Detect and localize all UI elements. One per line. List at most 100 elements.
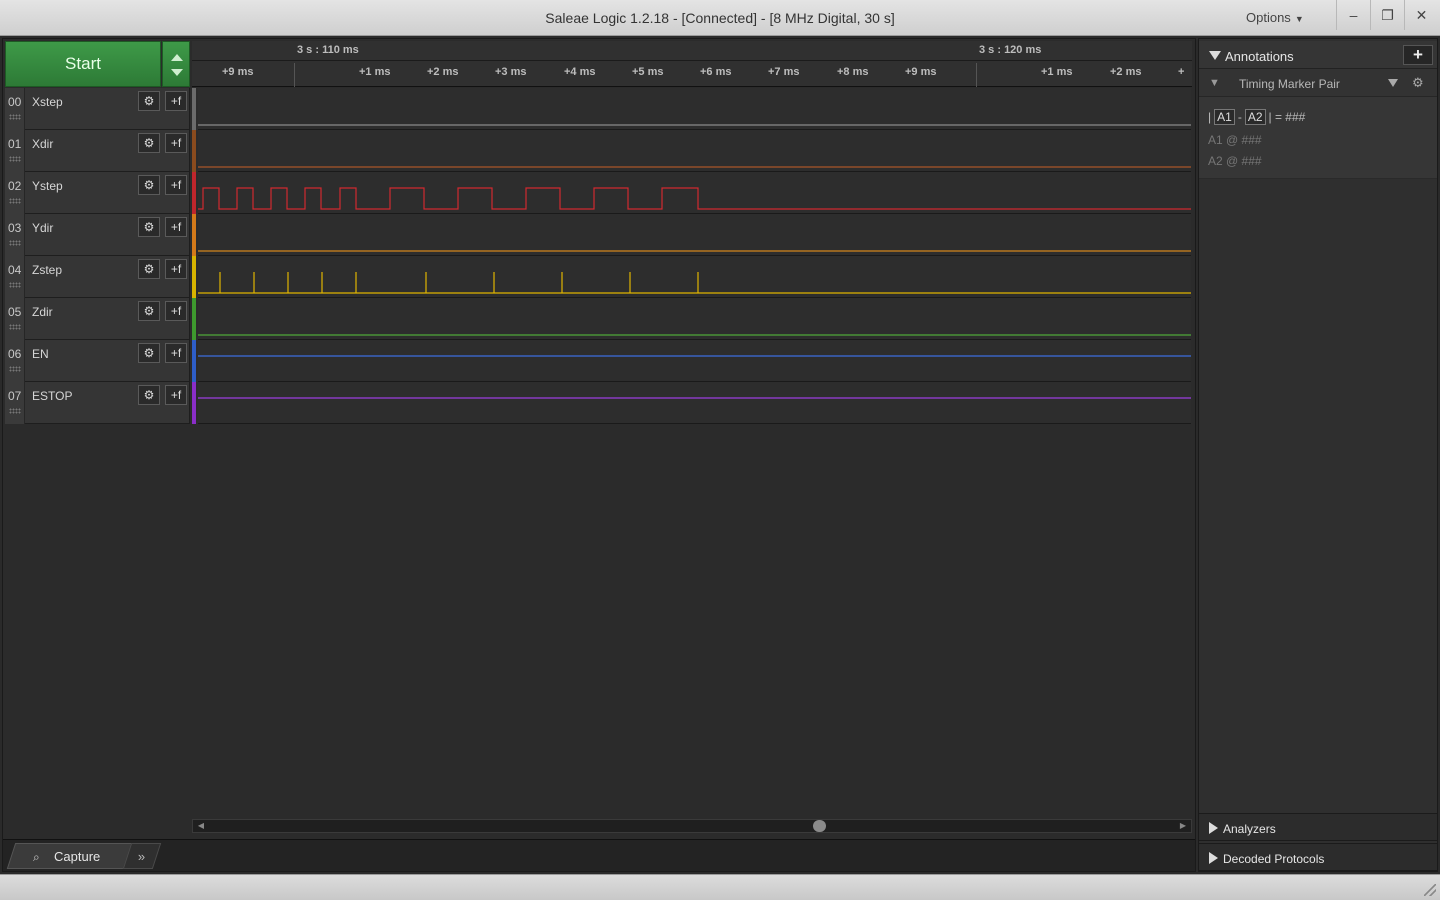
trigger-button[interactable]: +f [165,217,187,237]
channel-settings-button[interactable]: ⚙ [138,175,160,195]
start-button[interactable]: Start [5,41,161,87]
channel-label[interactable]: 00 Xstep ⚙ +f [5,88,190,130]
channel-color-strip [192,130,196,172]
channel-label[interactable]: 03 Ydir ⚙ +f [5,214,190,256]
trigger-button[interactable]: +f [165,259,187,279]
trigger-button[interactable]: +f [165,133,187,153]
drag-handle-icon[interactable] [9,282,21,288]
waveform-track[interactable] [198,88,1191,130]
add-annotation-button[interactable]: + [1403,45,1433,65]
arrow-down-icon [171,69,183,76]
drag-handle-icon[interactable] [9,114,21,120]
gear-icon[interactable]: ⚙ [1412,75,1424,91]
analyzers-section[interactable]: Analyzers [1199,813,1437,841]
channel-row[interactable]: 07 ESTOP ⚙ +f [5,382,1191,424]
timing-marker-pair-row[interactable]: ▼ Timing Marker Pair ⚙ [1199,69,1437,97]
dropdown-arrow-icon[interactable] [1388,79,1398,87]
channel-number: 00 [5,88,25,130]
trigger-button[interactable]: +f [165,385,187,405]
resize-grip-icon[interactable] [1424,884,1436,896]
decoded-protocols-label: Decoded Protocols [1223,852,1325,866]
channel-name[interactable]: EN [32,347,49,361]
annotations-header[interactable]: Annotations + [1199,41,1437,69]
marker-a2-chip[interactable]: A2 [1244,109,1266,125]
channel-label[interactable]: 07 ESTOP ⚙ +f [5,382,190,424]
channel-name[interactable]: Xdir [32,137,53,151]
double-chevron-right-icon: » [138,848,146,864]
channel-settings-button[interactable]: ⚙ [138,259,160,279]
channel-row[interactable]: 05 Zdir ⚙ +f [5,298,1191,340]
channel-settings-button[interactable]: ⚙ [138,133,160,153]
channel-number-text: 00 [8,95,22,109]
channel-row[interactable]: 06 EN ⚙ +f [5,340,1191,382]
channel-name[interactable]: Ystep [32,179,63,193]
waveform-track[interactable] [198,340,1191,382]
waveform-svg [198,272,1191,294]
channel-color-strip [192,382,196,424]
channel-row[interactable]: 04 Zstep ⚙ +f [5,256,1191,298]
channel-settings-button[interactable]: ⚙ [138,91,160,111]
drag-handle-icon[interactable] [9,408,21,414]
channel-settings-button[interactable]: ⚙ [138,385,160,405]
channel-label[interactable]: 04 Zstep ⚙ +f [5,256,190,298]
gear-icon: ⚙ [143,262,155,276]
drag-handle-icon[interactable] [9,156,21,162]
trigger-button[interactable]: +f [165,343,187,363]
channel-name[interactable]: Xstep [32,95,63,109]
channel-number: 04 [5,256,25,298]
marker-delta-value: = ### [1274,110,1306,124]
waveform-track[interactable] [198,130,1191,172]
waveform-track[interactable] [198,256,1191,298]
trigger-icon: +f [170,178,182,192]
channel-settings-button[interactable]: ⚙ [138,217,160,237]
channel-name[interactable]: Ydir [32,221,53,235]
timeline-ruler[interactable]: 3 s : 110 ms 3 s : 120 ms +9 ms +1 ms +2… [192,41,1192,87]
waveform-track[interactable] [198,172,1191,214]
scroll-left-icon[interactable]: ◀ [195,821,207,831]
channel-number-text: 01 [8,137,22,151]
scroll-right-icon[interactable]: ▶ [1177,821,1189,831]
timeline-minor-label: + [1178,66,1185,78]
channel-color-strip [192,172,196,214]
scroll-thumb[interactable] [813,820,826,832]
channel-label[interactable]: 01 Xdir ⚙ +f [5,130,190,172]
gear-icon: ⚙ [143,136,155,150]
drag-handle-icon[interactable] [9,240,21,246]
trigger-button[interactable]: +f [165,301,187,321]
timing-marker-label: Timing Marker Pair [1239,77,1340,91]
waveform-track[interactable] [198,382,1191,424]
start-options-button[interactable] [162,41,190,87]
capture-view: Start 3 s : 110 ms 3 s : 120 ms +9 ms +1… [2,38,1196,872]
channel-number-text: 07 [8,389,22,403]
channel-row[interactable]: 02 Ystep ⚙ +f [5,172,1191,214]
waveform-track[interactable] [198,214,1191,256]
minimize-button[interactable]: – [1336,0,1370,30]
channel-name[interactable]: Zdir [32,305,53,319]
channel-name[interactable]: ESTOP [32,389,72,403]
close-button[interactable]: ✕ [1404,0,1438,30]
channel-label[interactable]: 02 Ystep ⚙ +f [5,172,190,214]
decoded-protocols-section[interactable]: Decoded Protocols [1199,843,1437,871]
trigger-button[interactable]: +f [165,91,187,111]
horizontal-scrollbar[interactable]: ◀ ▶ [192,819,1192,833]
channel-row[interactable]: 03 Ydir ⚙ +f [5,214,1191,256]
drag-handle-icon[interactable] [9,198,21,204]
channel-row[interactable]: 00 Xstep ⚙ +f [5,88,1191,130]
waveform-track[interactable] [198,298,1191,340]
trigger-icon: +f [170,388,182,402]
channel-name[interactable]: Zstep [32,263,62,277]
gear-icon: ⚙ [143,304,155,318]
drag-handle-icon[interactable] [9,366,21,372]
channel-label[interactable]: 05 Zdir ⚙ +f [5,298,190,340]
drag-handle-icon[interactable] [9,324,21,330]
restore-button[interactable]: ❐ [1370,0,1404,30]
channel-settings-button[interactable]: ⚙ [138,343,160,363]
channel-row[interactable]: 01 Xdir ⚙ +f [5,130,1191,172]
channel-settings-button[interactable]: ⚙ [138,301,160,321]
timeline-minor-label: +6 ms [700,66,732,78]
trigger-button[interactable]: +f [165,175,187,195]
marker-a1-chip[interactable]: A1 [1214,109,1235,125]
timeline-minor-label: +2 ms [1110,66,1142,78]
options-menu[interactable]: Options ▼ [1246,10,1304,25]
channel-label[interactable]: 06 EN ⚙ +f [5,340,190,382]
